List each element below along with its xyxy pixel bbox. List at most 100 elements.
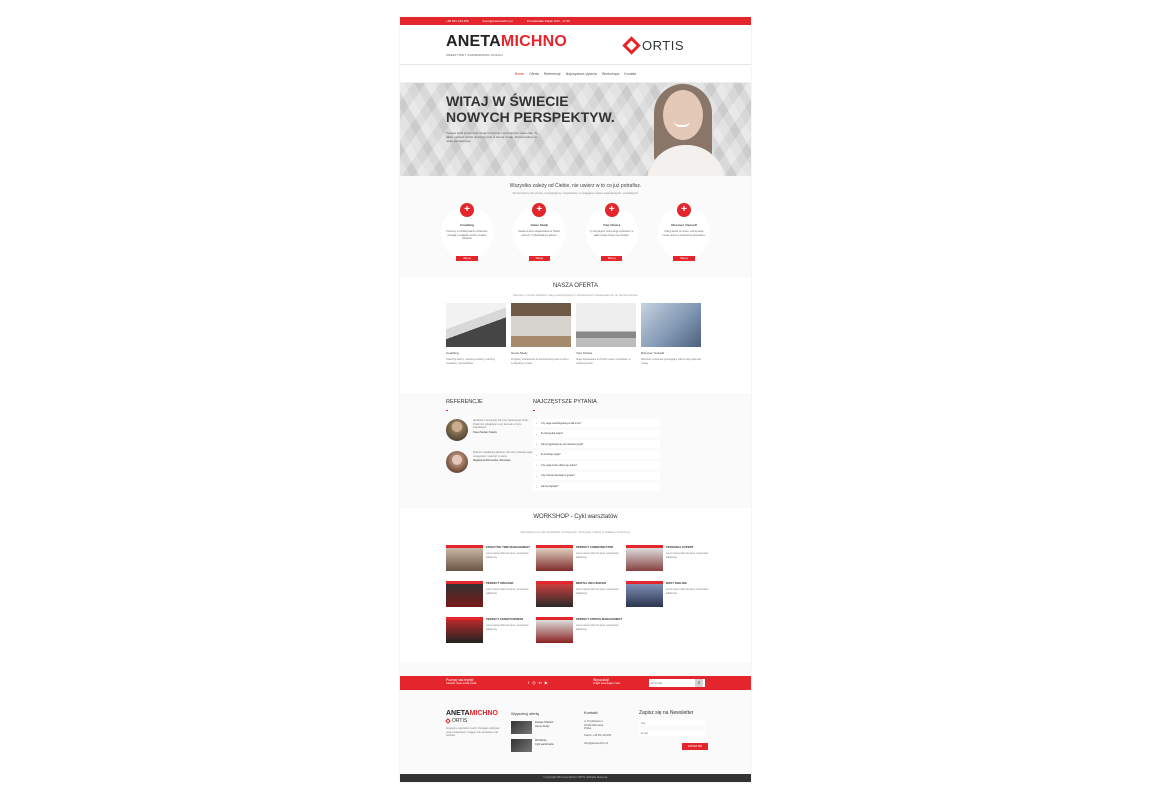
search-input[interactable]	[649, 681, 695, 685]
avatar	[446, 451, 468, 473]
offer-card[interactable]: Home Study Programy szkoleniowe do samod…	[511, 303, 571, 386]
service-more-button[interactable]: Więcej	[456, 256, 478, 261]
faq-question: Jak przygotować się do pierwszej sesji?	[541, 442, 584, 446]
workshop-title: WORKSHOP - Cykl warsztatów	[533, 514, 618, 520]
search-icon[interactable]: ⌕	[695, 679, 703, 687]
testimonial-quote: Polecam współpracę każdemu, kto chce roz…	[473, 451, 533, 458]
workshop-item-text: Lorem ipsum dolor sit amet, consectetur …	[576, 588, 619, 595]
search-box: ⌕	[649, 679, 705, 687]
social-subtitle: Odwiedź nasze social media	[446, 682, 477, 685]
partner-logo[interactable]: ORTIS	[622, 36, 684, 55]
newsletter-title: Zapisz się na Newsletter	[639, 710, 694, 716]
workshop-item[interactable]: PERFECT STRESS MANAGEMENT Lorem ipsum dol…	[536, 617, 626, 645]
offer-card-text: Warsztaty rozwojowe pomagające odkryć sw…	[641, 358, 701, 365]
plus-icon[interactable]: +	[460, 203, 474, 217]
nav-item-kontakt[interactable]: Kontakt	[624, 72, 636, 76]
newsletter-email-field[interactable]	[639, 730, 705, 736]
workshop-item-title: PERFECT SPEAKER	[486, 581, 514, 585]
footer-offer-item[interactable]: Workshop Cykl warsztatów	[511, 739, 554, 752]
offer-card-title: Home Study	[511, 351, 528, 355]
logo-part-1: ANETA	[446, 33, 501, 50]
faq-item[interactable]: › Czy można pracować w grupie?	[533, 471, 660, 480]
offer-subtitle: Oferujemy szeroki wachlarz usług coachin…	[512, 293, 639, 297]
service-more-button[interactable]: Więcej	[673, 256, 695, 261]
offer-card[interactable]: Discover Yourself Warsztaty rozwojowe po…	[641, 303, 701, 386]
nav-item-faq[interactable]: Najczęstsze pytania	[566, 72, 597, 76]
offer-thumbnail	[511, 721, 532, 734]
top-bar: +48 601 123 456 biuro@anetamichno.pl Pon…	[400, 17, 751, 25]
offer-image	[446, 303, 506, 347]
workshop-item-text: Lorem ipsum dolor sit amet, consectetur …	[486, 552, 529, 559]
workshop-item-text: Lorem ipsum dolor sit amet, consectetur …	[486, 588, 529, 595]
workshop-item[interactable]: EFFECTIVE TIME MANAGEMENT Lorem ipsum dol…	[446, 545, 536, 573]
hero-text: Tysiące ludzi poszerzyło swoje horyzonty…	[446, 131, 538, 143]
linkedin-icon[interactable]: in	[539, 680, 542, 685]
workshop-item[interactable]: MENTAL INFLUENCER Lorem ipsum dolor sit a…	[536, 581, 626, 609]
site-logo[interactable]: ANETAMICHNO	[446, 34, 567, 50]
plus-icon[interactable]: +	[676, 203, 691, 217]
service-card: + Coaching Pomocny w rozwiązywaniu probl…	[441, 203, 493, 261]
service-name: Your Choice	[602, 223, 621, 227]
plus-icon[interactable]: +	[532, 203, 547, 217]
facebook-icon[interactable]: f	[528, 680, 529, 685]
youtube-icon[interactable]: ▶	[545, 680, 548, 685]
intro-title: Wszystko zależy od Ciebie, nie uwierz w …	[509, 183, 642, 189]
workshop-item[interactable]: PERSONAL EXPERT Lorem ipsum dolor sit ame…	[626, 545, 716, 573]
offer-card[interactable]: Your Choice Sesje dopasowane do Twoich c…	[576, 303, 636, 386]
service-more-button[interactable]: Więcej	[600, 256, 623, 261]
faq-item[interactable]: › Ile kosztuje sesja?	[533, 450, 660, 459]
intro-subtitle: Poszerzamy horyzonty, motywujemy i wspie…	[512, 191, 639, 195]
newsletter-submit-button[interactable]: ZAPISZ SIĘ	[682, 743, 708, 750]
workshop-item-text: Lorem ipsum dolor sit amet, consectetur …	[666, 588, 709, 595]
offer-image	[576, 303, 636, 347]
nav-item-referencje[interactable]: Referencje	[544, 72, 561, 76]
faq-item[interactable]: › Jak się zapisać?	[533, 482, 660, 491]
testimonial-author: Magdalena Wiśniewska, Warszawa	[473, 459, 511, 462]
footer-about: ANETAMICHNO ORTIS Kreatywny superwizor c…	[445, 710, 506, 738]
offer-image	[511, 303, 571, 347]
offer-section: NASZA OFERTA Oferujemy szeroki wachlarz …	[400, 277, 751, 393]
instagram-icon[interactable]: ◎	[532, 680, 536, 685]
workshop-item[interactable]: PERFECT ASSERTIVENESS Lorem ipsum dolor s…	[446, 617, 536, 645]
workshop-thumbnail	[626, 545, 663, 571]
newsletter-name-field[interactable]	[639, 720, 705, 726]
workshop-thumbnail	[536, 617, 573, 643]
nav-item-oferta[interactable]: Oferta	[529, 72, 539, 76]
footer-offer: Wyprobuj ofertę Zestaw Szkoleń Home Study…	[511, 711, 554, 752]
workshop-item[interactable]: BODY FEELING Lorem ipsum dolor sit amet, …	[626, 581, 716, 609]
faq-item[interactable]: › Jak przygotować się do pierwszej sesji?	[533, 440, 660, 449]
testimonial-author: Paweł Nowak, Kraków	[473, 430, 497, 434]
service-card: + Discover Yourself Odkryj siebie na now…	[657, 203, 710, 261]
faq-question: Czy sesja może odbyć się online?	[541, 463, 578, 467]
workshop-item-title: MENTAL INFLUENCER	[576, 581, 607, 585]
divider	[446, 410, 448, 411]
site-footer: ANETAMICHNO ORTIS Kreatywny superwizor c…	[400, 690, 751, 774]
footer-contact-text: ul. Przykładowa 1 00-000 Warszawa Polska…	[584, 720, 612, 745]
social-search-bar: Poznaj nas lepiej! Odwiedź nasze social …	[400, 676, 751, 690]
chevron-right-icon: ›	[536, 421, 537, 425]
hero-title: WITAJ W ŚWIECIE NOWYCH PERSPEKTYW.	[446, 93, 615, 125]
footer-offer-item[interactable]: Zestaw Szkoleń Home Study	[511, 721, 554, 734]
email-link[interactable]: biuro@anetamichno.pl	[483, 19, 513, 23]
faq-question: Ile kosztuje sesja?	[541, 453, 561, 457]
footer-logo[interactable]: ANETAMICHNO	[446, 710, 506, 717]
faq-item[interactable]: › Ile trwa jedna sesja?	[533, 429, 660, 438]
service-name: Discover Yourself	[671, 223, 697, 227]
faq-item[interactable]: › Czy sesja coachingowa jest dla mnie?	[533, 419, 660, 427]
offer-card[interactable]: Coaching Coaching kariery, coaching osob…	[446, 303, 506, 386]
footer-offer-title: Wyprobuj ofertę	[511, 711, 540, 716]
service-more-button[interactable]: Więcej	[528, 256, 551, 261]
social-callout: Poznaj nas lepiej! Odwiedź nasze social …	[446, 678, 476, 686]
footer-contact: Kontakt ul. Przykładowa 1 00-000 Warszaw…	[584, 710, 611, 745]
copyright-bar: © Copyright 2016 Aneta Michno ORTIS. All…	[400, 774, 751, 782]
workshop-item[interactable]: PERFECT COMMUNICATOR Lorem ipsum dolor si…	[536, 545, 626, 573]
plus-icon[interactable]: +	[604, 203, 619, 217]
nav-item-home[interactable]: Home	[515, 72, 524, 76]
faq-item[interactable]: › Czy sesja może odbyć się online?	[533, 461, 660, 470]
workshop-section: WORKSHOP - Cykl warsztatów Zapraszamy na…	[400, 508, 751, 663]
workshop-item-text: Lorem ipsum dolor sit amet, consectetur …	[486, 624, 529, 631]
social-icons: f ◎ in ▶	[528, 680, 548, 685]
offer-card-text: Programy szkoleniowe do samodzielnej nau…	[511, 358, 570, 365]
workshop-item[interactable]: PERFECT SPEAKER Lorem ipsum dolor sit ame…	[446, 581, 536, 609]
nav-item-workshops[interactable]: Workshops	[602, 72, 619, 76]
